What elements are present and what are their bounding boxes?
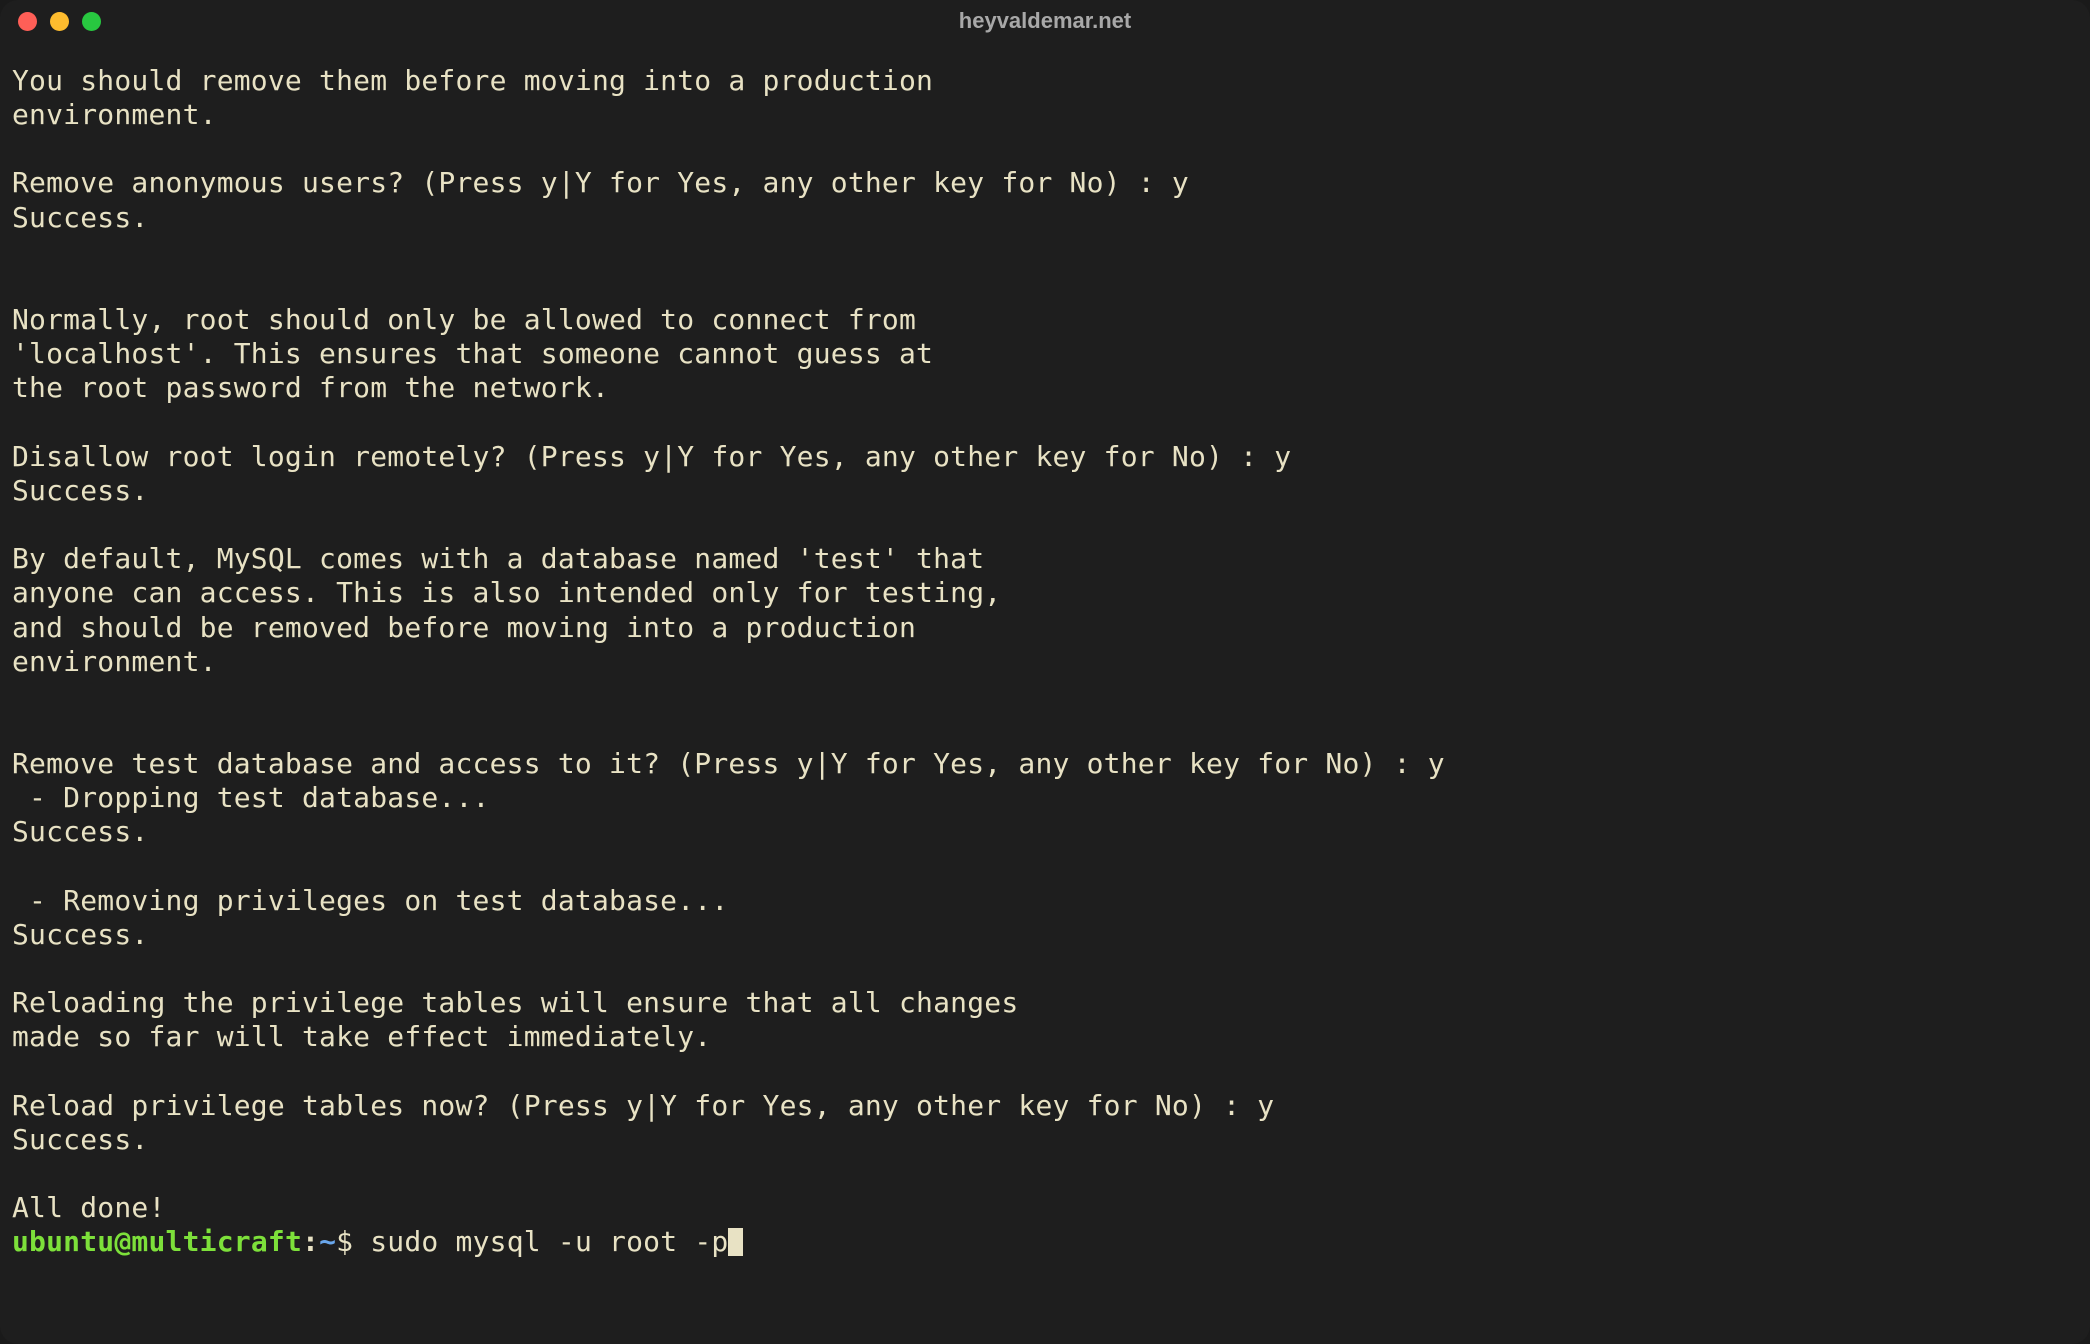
terminal-body[interactable]: You should remove them before moving int… [0, 42, 2090, 1259]
close-icon[interactable] [18, 12, 37, 31]
titlebar: heyvaldemar.net [0, 0, 2090, 42]
prompt-path: ~ [319, 1225, 336, 1258]
window-title: heyvaldemar.net [0, 8, 2090, 34]
command-input[interactable]: sudo mysql -u root -p [370, 1225, 728, 1258]
prompt-user: ubuntu [12, 1225, 114, 1258]
prompt-host: multicraft [131, 1225, 302, 1258]
terminal-window: heyvaldemar.net You should remove them b… [0, 0, 2090, 1344]
terminal-output: You should remove them before moving int… [12, 64, 1445, 1224]
prompt-dollar: $ [336, 1225, 370, 1258]
prompt-at: @ [114, 1225, 131, 1258]
cursor-icon [728, 1228, 743, 1256]
minimize-icon[interactable] [50, 12, 69, 31]
prompt-line: ubuntu@multicraft:~$ sudo mysql -u root … [12, 1225, 743, 1258]
prompt-colon: : [302, 1225, 319, 1258]
maximize-icon[interactable] [82, 12, 101, 31]
traffic-lights [18, 12, 101, 31]
